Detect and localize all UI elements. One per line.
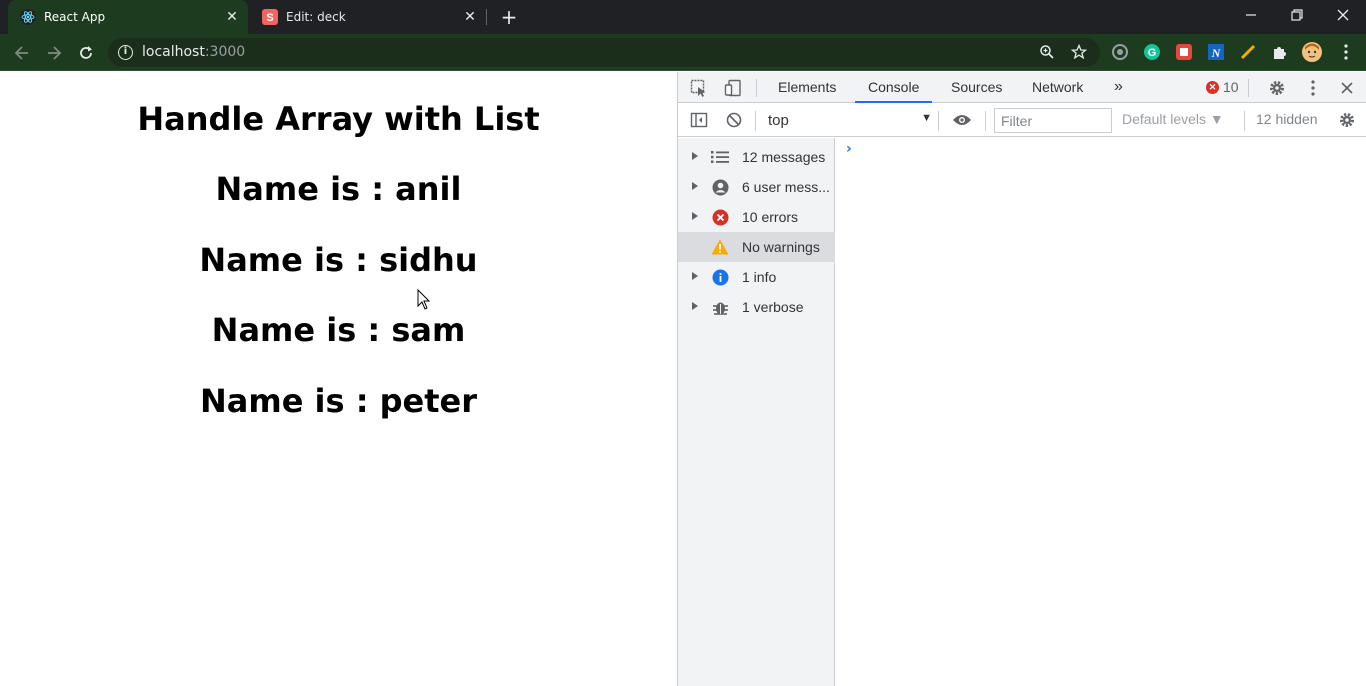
new-tab-button[interactable]: + <box>498 6 520 28</box>
user-icon <box>711 178 729 196</box>
list-icon <box>711 148 729 166</box>
toolbar-divider <box>1244 111 1245 131</box>
profile-avatar[interactable] <box>1302 42 1322 62</box>
zoom-icon[interactable] <box>1038 44 1056 62</box>
svg-text:G: G <box>1148 47 1157 59</box>
close-tab-icon[interactable]: ✕ <box>222 7 242 27</box>
site-info-icon[interactable]: i <box>118 45 133 60</box>
svg-text:S: S <box>266 12 273 24</box>
sidebar-item-info[interactable]: 1 info <box>678 262 835 292</box>
mouse-cursor-icon <box>417 288 431 315</box>
tab-elements[interactable]: Elements <box>778 72 836 103</box>
back-button[interactable] <box>10 41 34 65</box>
name-item: Name is : sidhu <box>199 241 478 279</box>
tab-console[interactable]: Console <box>855 72 933 103</box>
toolbar-divider <box>756 79 757 97</box>
sidebar-toggle-icon[interactable] <box>688 109 710 131</box>
sidebar-item-verbose[interactable]: 1 verbose <box>678 292 835 322</box>
minimize-button[interactable] <box>1228 0 1274 30</box>
tab-strip: React App ✕ S Edit: deck ✕ + <box>0 0 1366 34</box>
sidebar-item-warnings[interactable]: No warnings <box>678 232 835 262</box>
page-content: Handle Array with List Name is : anil Na… <box>0 72 677 686</box>
close-window-button[interactable] <box>1320 0 1366 30</box>
pen-icon[interactable] <box>1238 42 1258 62</box>
name-item: Name is : peter <box>199 382 478 420</box>
devtools-tab-bar: Elements Console Sources Network » ✕ 10 <box>678 72 1366 103</box>
live-expression-eye-icon[interactable] <box>951 109 973 131</box>
page-title: Handle Array with List <box>137 100 540 138</box>
inspect-element-icon[interactable] <box>688 77 710 99</box>
tab-edit-deck[interactable]: S Edit: deck ✕ <box>250 0 486 34</box>
error-icon <box>711 208 729 226</box>
sidebar-item-messages[interactable]: 12 messages <box>678 142 835 172</box>
console-sidebar: 12 messages 6 user mess... 10 errors No … <box>678 138 835 686</box>
bug-icon <box>711 298 729 316</box>
extension-red-icon[interactable] <box>1174 42 1194 62</box>
devtools-panel: Elements Console Sources Network » ✕ 10 … <box>677 72 1366 686</box>
toolbar-divider <box>985 111 986 131</box>
extensions-puzzle-icon[interactable] <box>1270 42 1290 62</box>
tab-react-app[interactable]: React App ✕ <box>8 0 248 34</box>
console-prompt[interactable]: › <box>846 141 852 157</box>
menu-kebab-icon[interactable] <box>1336 42 1356 62</box>
error-count-badge[interactable]: ✕ 10 <box>1206 79 1239 95</box>
svg-text:N: N <box>1211 46 1222 60</box>
tab-title: Edit: deck <box>286 10 346 24</box>
bookmark-star-icon[interactable] <box>1070 43 1088 62</box>
console-toolbar: top ▼ Default levels ▼ 12 hidden <box>678 104 1366 137</box>
tab-network[interactable]: Network <box>1032 72 1083 103</box>
info-icon <box>711 268 729 286</box>
react-logo-icon <box>20 9 36 25</box>
error-icon: ✕ <box>1206 80 1219 94</box>
toolbar-divider <box>938 111 939 131</box>
close-tab-icon[interactable]: ✕ <box>460 7 480 27</box>
warning-icon <box>711 238 729 256</box>
more-tabs-button[interactable]: » <box>1114 72 1123 103</box>
expand-arrow-icon[interactable] <box>692 302 698 310</box>
console-settings-gear-icon[interactable] <box>1336 109 1358 131</box>
context-select[interactable]: top ▼ <box>762 110 932 131</box>
reload-button[interactable] <box>74 41 98 65</box>
sidebar-item-errors[interactable]: 10 errors <box>678 202 835 232</box>
dropdown-arrow-icon: ▼ <box>921 112 932 124</box>
expand-arrow-icon[interactable] <box>692 212 698 220</box>
extension-n-icon[interactable]: N <box>1206 42 1226 62</box>
restore-button[interactable] <box>1274 0 1320 30</box>
toolbar-divider <box>755 111 756 131</box>
close-devtools-icon[interactable] <box>1336 77 1358 99</box>
grammarly-icon[interactable]: G <box>1142 42 1162 62</box>
expand-arrow-icon[interactable] <box>692 272 698 280</box>
expand-arrow-icon[interactable] <box>692 152 698 160</box>
console-output[interactable]: › <box>836 138 1366 686</box>
address-bar[interactable]: i localhost:3000 <box>108 38 1100 67</box>
settings-gear-icon[interactable] <box>1266 77 1288 99</box>
toolbar-divider <box>1248 79 1249 97</box>
clear-console-icon[interactable] <box>723 109 745 131</box>
expand-arrow-icon[interactable] <box>692 182 698 190</box>
devtools-menu-icon[interactable] <box>1302 77 1324 99</box>
tab-title: React App <box>44 10 106 24</box>
browser-toolbar: i localhost:3000 G N <box>0 34 1366 71</box>
sidebar-item-user-messages[interactable]: 6 user mess... <box>678 172 835 202</box>
device-toolbar-icon[interactable] <box>722 77 744 99</box>
filter-input[interactable] <box>994 108 1112 133</box>
url-text: localhost:3000 <box>142 44 246 60</box>
name-item: Name is : anil <box>215 170 462 208</box>
hidden-count: 12 hidden <box>1256 111 1318 127</box>
tab-sources[interactable]: Sources <box>951 72 1002 103</box>
log-levels-dropdown[interactable]: Default levels ▼ <box>1122 111 1224 127</box>
tab-separator <box>486 9 487 25</box>
name-item: Name is : sam <box>211 311 466 349</box>
slides-logo-icon: S <box>262 9 278 25</box>
extension-circle-icon[interactable] <box>1110 42 1130 62</box>
forward-button[interactable] <box>42 41 66 65</box>
